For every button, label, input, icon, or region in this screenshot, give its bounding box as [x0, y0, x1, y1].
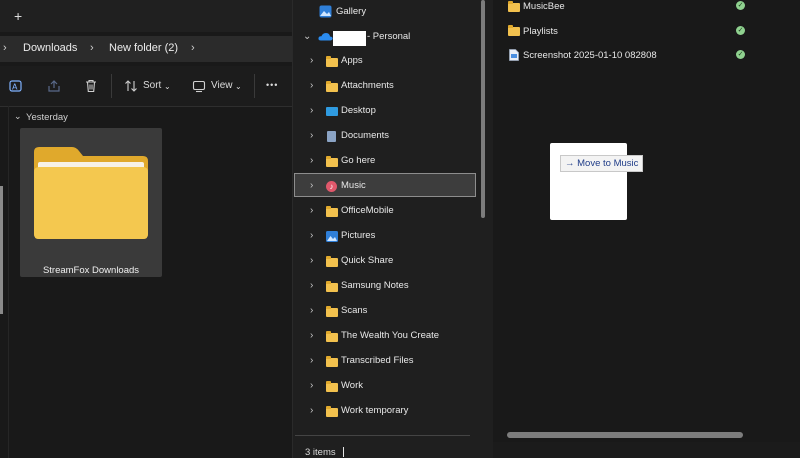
folder-icon — [326, 381, 338, 392]
chevron-right-icon[interactable]: › — [310, 205, 313, 216]
vertical-scrollbar[interactable] — [481, 0, 485, 218]
toolbar-divider — [111, 74, 112, 98]
sort-icon[interactable] — [124, 79, 138, 93]
nav-item-transcribed-files[interactable]: Transcribed Files — [341, 355, 414, 366]
text-cursor — [343, 447, 344, 457]
nav-item-onedrive-personal[interactable]: - Personal — [367, 31, 410, 42]
chevron-right-icon[interactable]: › — [310, 255, 313, 266]
nav-item-work[interactable]: Work — [341, 380, 363, 391]
folder-icon — [326, 206, 338, 217]
file-item-screenshot[interactable]: Screenshot 2025-01-10 082808 — [523, 50, 657, 61]
folder-icon — [508, 25, 520, 36]
chevron-right-icon[interactable]: › — [310, 105, 313, 116]
chevron-right-icon[interactable]: › — [310, 305, 313, 316]
chevron-right-icon[interactable]: › — [310, 80, 313, 91]
folder-icon — [326, 356, 338, 367]
folder-icon — [326, 306, 338, 317]
file-item-musicbee[interactable]: MusicBee — [523, 1, 565, 12]
toolbar-divider — [254, 74, 255, 98]
chevron-right-icon[interactable]: › — [310, 230, 313, 241]
chevron-right-icon[interactable]: › — [310, 180, 313, 191]
folder-icon — [326, 281, 338, 292]
nav-item-officemobile[interactable]: OfficeMobile — [341, 205, 394, 216]
nav-item-selected-highlight — [294, 173, 476, 197]
chevron-right-icon[interactable]: › — [310, 380, 313, 391]
chevron-right-icon[interactable]: › — [310, 280, 313, 291]
documents-icon — [326, 131, 338, 142]
folder-icon — [508, 1, 520, 12]
drag-drop-tooltip: → Move to Music — [560, 155, 644, 172]
chevron-right-icon[interactable]: › — [310, 55, 313, 66]
nav-item-documents[interactable]: Documents — [341, 130, 389, 141]
nav-item-pictures[interactable]: Pictures — [341, 230, 375, 241]
sort-button[interactable]: Sort — [143, 80, 161, 91]
folder-icon — [326, 81, 338, 92]
nav-item-gallery[interactable]: Gallery — [336, 6, 366, 17]
file-item-playlists[interactable]: Playlists — [523, 26, 558, 37]
nav-item-desktop[interactable]: Desktop — [341, 105, 376, 116]
view-button[interactable]: View — [211, 80, 233, 91]
image-file-icon — [509, 49, 519, 61]
folder-icon — [326, 331, 338, 342]
sync-status-check-icon: ✓ — [736, 50, 745, 59]
right-explorer-window — [493, 0, 800, 458]
sync-status-check-icon: ✓ — [736, 26, 745, 35]
desktop-icon — [326, 106, 338, 117]
navigation-pane — [292, 0, 493, 458]
see-more-button[interactable]: ••• — [266, 80, 278, 90]
breadcrumb-new-folder-2[interactable]: New folder (2) — [109, 42, 178, 54]
status-bar-divider — [295, 435, 470, 436]
status-item-count: 3 items — [305, 447, 336, 458]
onedrive-cloud-icon — [318, 33, 333, 41]
nav-item-samsung-notes[interactable]: Samsung Notes — [341, 280, 409, 291]
chevron-right-icon[interactable]: › — [191, 42, 195, 54]
chevron-right-icon[interactable]: › — [310, 355, 313, 366]
nav-item-go-here[interactable]: Go here — [341, 155, 375, 166]
folder-icon — [34, 147, 148, 239]
horizontal-scroll-track — [493, 442, 800, 458]
folder-icon — [326, 56, 338, 67]
folder-icon — [326, 156, 338, 167]
tab-strip — [0, 0, 292, 32]
vertical-scrollbar[interactable] — [0, 186, 3, 314]
delete-icon[interactable] — [84, 79, 98, 93]
nav-item-scans[interactable]: Scans — [341, 305, 367, 316]
redacted-account-name — [333, 31, 366, 46]
breadcrumb-downloads[interactable]: Downloads — [23, 42, 77, 54]
nav-item-attachments[interactable]: Attachments — [341, 80, 394, 91]
chevron-right-icon[interactable]: › — [90, 42, 94, 54]
rename-icon[interactable]: A — [9, 79, 23, 93]
chevron-right-icon[interactable]: › — [310, 155, 313, 166]
svg-text:A: A — [12, 83, 18, 92]
group-header-yesterday[interactable]: Yesterday — [26, 112, 68, 123]
chevron-right-icon[interactable]: › — [3, 42, 7, 54]
view-icon[interactable] — [192, 79, 206, 93]
nav-item-work-temporary[interactable]: Work temporary — [341, 405, 408, 416]
chevron-right-icon[interactable]: › — [310, 130, 313, 141]
drag-tooltip-text: Move to Music — [577, 158, 639, 169]
nav-item-music[interactable]: Music — [341, 180, 366, 191]
arrow-right-icon: → — [565, 158, 575, 169]
folder-name-label: StreamFox Downloads — [42, 265, 140, 276]
nav-item-the-wealth-you-create[interactable]: The Wealth You Create — [341, 330, 439, 341]
chevron-down-icon[interactable]: ⌄ — [14, 111, 22, 122]
horizontal-scrollbar[interactable] — [507, 432, 743, 438]
sync-status-check-icon: ✓ — [736, 1, 745, 10]
new-tab-button[interactable]: + — [14, 8, 22, 24]
chevron-right-icon[interactable]: › — [310, 330, 313, 341]
pane-divider — [8, 106, 9, 458]
folder-icon — [326, 406, 338, 417]
share-icon[interactable] — [47, 79, 61, 93]
chevron-down-icon[interactable]: ⌄ — [303, 31, 311, 42]
music-icon: ♪ — [326, 181, 338, 192]
folder-icon — [326, 256, 338, 267]
pictures-icon — [326, 231, 338, 242]
chevron-down-icon[interactable]: ⌄ — [235, 82, 242, 91]
chevron-down-icon[interactable]: ⌄ — [164, 82, 171, 91]
nav-item-apps[interactable]: Apps — [341, 55, 363, 66]
gallery-icon — [319, 5, 332, 18]
chevron-right-icon[interactable]: › — [310, 405, 313, 416]
nav-item-quick-share[interactable]: Quick Share — [341, 255, 393, 266]
